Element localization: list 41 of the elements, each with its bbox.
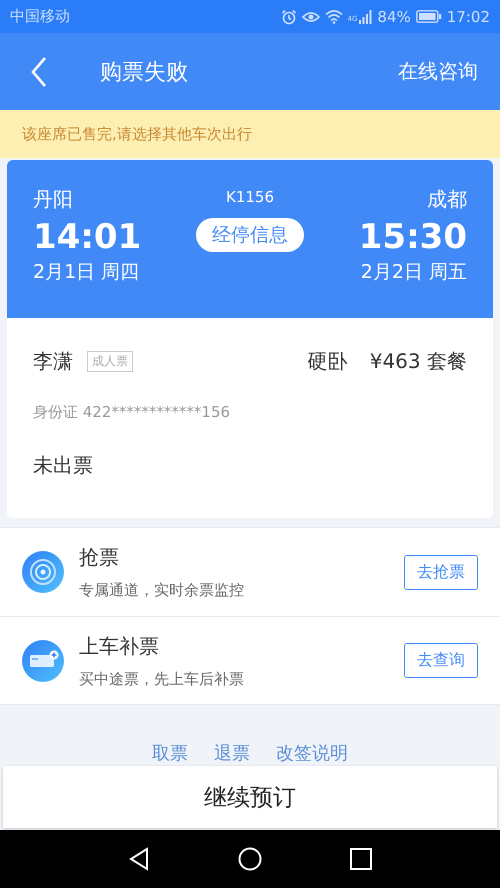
passenger-name: 李潇	[33, 348, 73, 375]
footer-link[interactable]: 取票	[152, 741, 188, 765]
radar-icon	[22, 551, 64, 593]
train-number: K1156	[226, 188, 274, 206]
signal-icon	[358, 10, 372, 24]
option-title: 抢票	[79, 544, 120, 571]
option-title: 上车补票	[79, 632, 160, 660]
home-nav-icon[interactable]	[238, 847, 262, 871]
online-consult-link[interactable]: 在线咨询	[398, 58, 478, 85]
notice-banner: 该座席已售完,请选择其他车次出行	[0, 110, 500, 158]
footer-link[interactable]: 退票	[214, 741, 250, 765]
alarm-icon	[280, 8, 297, 24]
option-button[interactable]: 去查询	[404, 643, 478, 678]
battery-icon	[416, 10, 442, 23]
stops-info-button[interactable]: 经停信息	[196, 218, 304, 252]
clock-time: 17:02	[446, 8, 490, 26]
departure-station: 丹阳	[33, 186, 74, 213]
departure-date: 2月1日 周四	[33, 260, 140, 285]
carrier-name: 中国移动	[10, 7, 70, 26]
recents-nav-icon[interactable]	[350, 848, 372, 870]
arrival-station: 成都	[427, 186, 467, 213]
ticket-price: ¥463 套餐	[370, 348, 467, 375]
back-icon[interactable]	[30, 56, 48, 88]
seat-type: 硬卧	[308, 348, 348, 375]
footer-link[interactable]: 改签说明	[276, 741, 348, 765]
ticket-type-tag: 成人票	[87, 351, 133, 372]
arrival-date: 2月2日 周五	[360, 260, 467, 285]
back-nav-icon[interactable]	[128, 847, 150, 871]
arrival-time: 15:30	[358, 217, 467, 257]
continue-booking-button[interactable]: 继续预订	[3, 766, 497, 828]
eye-icon	[302, 10, 320, 24]
ticket-icon	[22, 640, 64, 682]
page-title: 购票失败	[100, 58, 189, 86]
option-button[interactable]: 去抢票	[404, 554, 478, 590]
option-description: 买中途票，先上车后补票	[79, 670, 245, 688]
ticket-status: 未出票	[33, 452, 94, 479]
departure-time: 14:01	[33, 217, 142, 257]
battery-percent: 84%	[377, 8, 411, 26]
option-description: 专属通道，实时余票监控	[79, 581, 245, 600]
id-number: 身份证 422************156	[33, 403, 232, 422]
wifi-icon	[324, 10, 343, 24]
